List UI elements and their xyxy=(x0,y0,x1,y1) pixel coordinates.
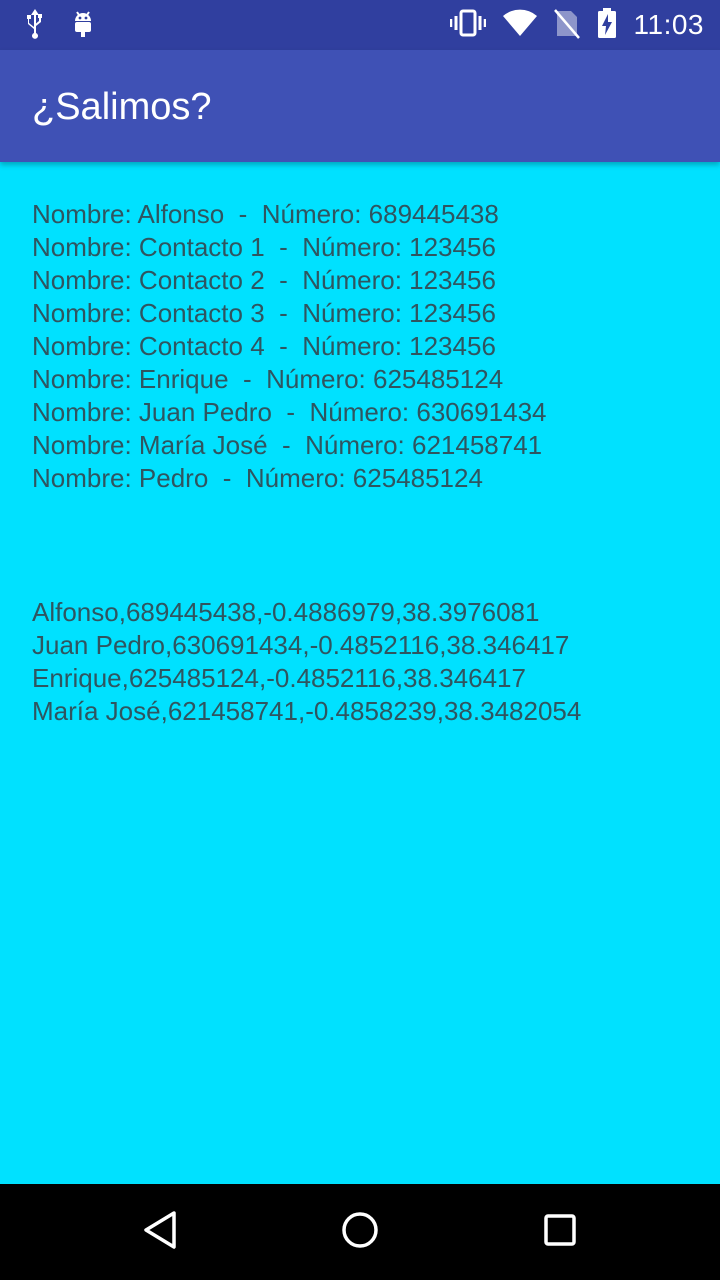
contact-line: Nombre: Enrique - Número: 625485124 xyxy=(32,364,504,394)
home-button[interactable] xyxy=(340,1211,380,1254)
recents-icon xyxy=(543,1213,577,1252)
vibrate-icon xyxy=(449,8,486,43)
home-icon xyxy=(341,1211,379,1254)
back-button[interactable] xyxy=(140,1210,180,1255)
wifi-icon xyxy=(502,9,538,42)
status-bar: 11:03 xyxy=(0,0,720,50)
location-line: Enrique,625485124,-0.4852116,38.346417 xyxy=(32,663,526,693)
location-line: Alfonso,689445438,-0.4886979,38.3976081 xyxy=(32,597,540,627)
contact-line: Nombre: Juan Pedro - Número: 630691434 xyxy=(32,397,547,427)
screen: 11:03 ¿Salimos? Nombre: Alfonso - Número… xyxy=(0,0,720,1280)
location-line: Juan Pedro,630691434,-0.4852116,38.34641… xyxy=(32,630,570,660)
contact-line: Nombre: Contacto 3 - Número: 123456 xyxy=(32,298,496,328)
contact-line: Nombre: Contacto 1 - Número: 123456 xyxy=(32,232,496,262)
contact-line: Nombre: Pedro - Número: 625485124 xyxy=(32,463,483,493)
back-icon xyxy=(142,1210,178,1255)
locations-list: Alfonso,689445438,-0.4886979,38.3976081 … xyxy=(32,596,581,728)
app-title: ¿Salimos? xyxy=(32,86,212,128)
usb-icon xyxy=(22,7,48,44)
status-time: 11:03 xyxy=(633,9,704,40)
contact-line: Nombre: Contacto 2 - Número: 123456 xyxy=(32,265,496,295)
contacts-list: Nombre: Alfonso - Número: 689445438 Nomb… xyxy=(32,198,547,495)
content-area: Nombre: Alfonso - Número: 689445438 Nomb… xyxy=(0,162,720,1184)
no-sim-icon xyxy=(553,7,580,44)
contact-line: Nombre: Contacto 4 - Número: 123456 xyxy=(32,331,496,361)
contact-line: Nombre: Alfonso - Número: 689445438 xyxy=(32,199,499,229)
contact-line: Nombre: María José - Número: 621458741 xyxy=(32,430,543,460)
navigation-bar xyxy=(0,1184,720,1280)
android-debug-icon xyxy=(70,7,96,44)
app-bar: ¿Salimos? xyxy=(0,50,720,162)
recents-button[interactable] xyxy=(540,1212,580,1252)
battery-charging-icon xyxy=(596,7,618,44)
location-line: María José,621458741,-0.4858239,38.34820… xyxy=(32,696,582,726)
